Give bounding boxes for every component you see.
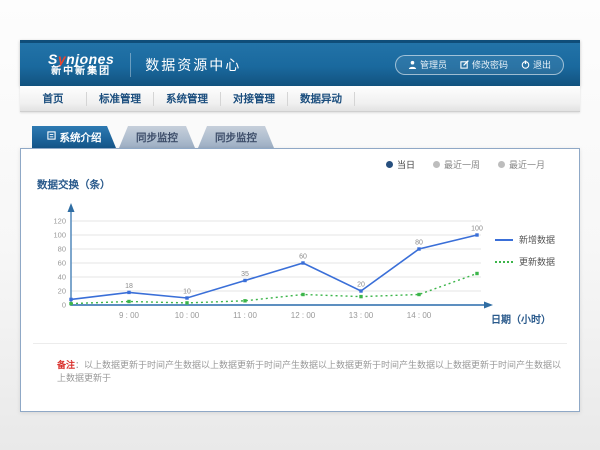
svg-text:20: 20: [58, 287, 66, 296]
radio-today[interactable]: 当日: [386, 158, 415, 171]
time-range-filter: 当日 最近一周 最近一月: [386, 158, 545, 171]
radio-dot: [498, 161, 505, 168]
y-axis-title: 数据交换（条）: [37, 177, 111, 192]
footnote-text: ：以上数据更新于时间产生数据以上数据更新于时间产生数据以上数据更新于时间产生数据…: [57, 360, 561, 383]
svg-text:100: 100: [53, 231, 66, 240]
content-panel: 当日 最近一周 最近一月 数据交换（条） 0 20 40 60 80 100 120 9 : …: [20, 148, 580, 412]
logout-button[interactable]: 退出: [521, 58, 551, 71]
radio-last-month[interactable]: 最近一月: [498, 158, 545, 171]
company-logo: Synjones 新中新集团: [48, 52, 114, 77]
nav-item-home[interactable]: 首页: [20, 92, 87, 106]
svg-text:40: 40: [58, 273, 66, 282]
change-password-button[interactable]: 修改密码: [460, 58, 508, 71]
dotted-line-swatch: [495, 261, 513, 263]
footnote: 备注：以上数据更新于时间产生数据以上数据更新于时间产生数据以上数据更新于时间产生…: [33, 343, 567, 384]
svg-text:14 : 00: 14 : 00: [407, 311, 432, 320]
svg-text:13 : 00: 13 : 00: [349, 311, 374, 320]
tab-sync-monitor-2[interactable]: 同步监控: [198, 126, 274, 148]
solid-line-swatch: [495, 239, 513, 241]
page-title: 数据资源中心: [145, 55, 241, 75]
svg-text:10: 10: [183, 289, 191, 296]
user-icon: [408, 60, 417, 69]
radio-dot: [386, 161, 393, 168]
tab-system-intro[interactable]: 系统介绍: [32, 126, 116, 148]
header-divider: [130, 53, 131, 77]
radio-label: 当日: [397, 158, 415, 171]
nav-item-interface-mgmt[interactable]: 对接管理: [221, 92, 288, 106]
app-window: Synjones 新中新集团 数据资源中心 管理员 修改密码 退出 首页 标准管…: [20, 40, 580, 412]
tab-label: 同步监控: [215, 130, 257, 145]
logout-label: 退出: [533, 58, 551, 71]
main-nav: 首页 标准管理 系统管理 对接管理 数据异动: [20, 86, 580, 112]
svg-text:9 : 00: 9 : 00: [119, 311, 140, 320]
tab-bar: 系统介绍 同步监控 同步监控: [32, 126, 580, 148]
logo-subtitle: 新中新集团: [48, 67, 114, 78]
legend-item-new-data: 新增数据: [495, 233, 555, 246]
logo-wordmark: Synjones: [48, 52, 114, 67]
radio-label: 最近一月: [509, 158, 545, 171]
svg-text:11 : 00: 11 : 00: [233, 311, 257, 320]
tab-sync-monitor-1[interactable]: 同步监控: [119, 126, 195, 148]
legend-label: 更新数据: [519, 255, 555, 268]
svg-text:10 : 00: 10 : 00: [175, 311, 200, 320]
svg-text:60: 60: [58, 259, 66, 268]
svg-text:120: 120: [53, 217, 66, 226]
nav-item-standard-mgmt[interactable]: 标准管理: [87, 92, 154, 106]
document-icon: [47, 131, 56, 143]
edit-icon: [460, 60, 469, 69]
change-password-label: 修改密码: [472, 58, 508, 71]
svg-text:0: 0: [62, 301, 66, 310]
svg-text:100: 100: [471, 226, 483, 233]
svg-text:80: 80: [58, 245, 66, 254]
legend-item-updated-data: 更新数据: [495, 255, 555, 268]
chart-legend: 新增数据 更新数据: [495, 233, 555, 277]
x-axis-title: 日期（小时）: [491, 311, 551, 326]
legend-label: 新增数据: [519, 233, 555, 246]
user-name-label: 管理员: [420, 58, 447, 71]
svg-text:12 : 00: 12 : 00: [291, 311, 316, 320]
radio-last-week[interactable]: 最近一周: [433, 158, 480, 171]
logo-accent: y: [58, 51, 66, 67]
user-menu: 管理员 修改密码 退出: [395, 55, 564, 75]
svg-text:60: 60: [299, 254, 307, 261]
svg-text:35: 35: [241, 271, 249, 278]
svg-text:80: 80: [415, 240, 423, 247]
svg-text:20: 20: [357, 282, 365, 289]
nav-item-data-change[interactable]: 数据异动: [288, 92, 355, 106]
svg-text:18: 18: [125, 283, 133, 290]
tab-label: 系统介绍: [60, 130, 102, 145]
power-icon: [521, 60, 530, 69]
user-name-button[interactable]: 管理员: [408, 58, 447, 71]
header: Synjones 新中新集团 数据资源中心 管理员 修改密码 退出: [20, 40, 580, 86]
footnote-prefix: 备注: [57, 360, 75, 370]
radio-label: 最近一周: [444, 158, 480, 171]
tab-label: 同步监控: [136, 130, 178, 145]
radio-dot: [433, 161, 440, 168]
nav-item-system-mgmt[interactable]: 系统管理: [154, 92, 221, 106]
line-chart: 0 20 40 60 80 100 120 9 : 00 10 : 00 11 : 00 12 : …: [33, 197, 499, 325]
